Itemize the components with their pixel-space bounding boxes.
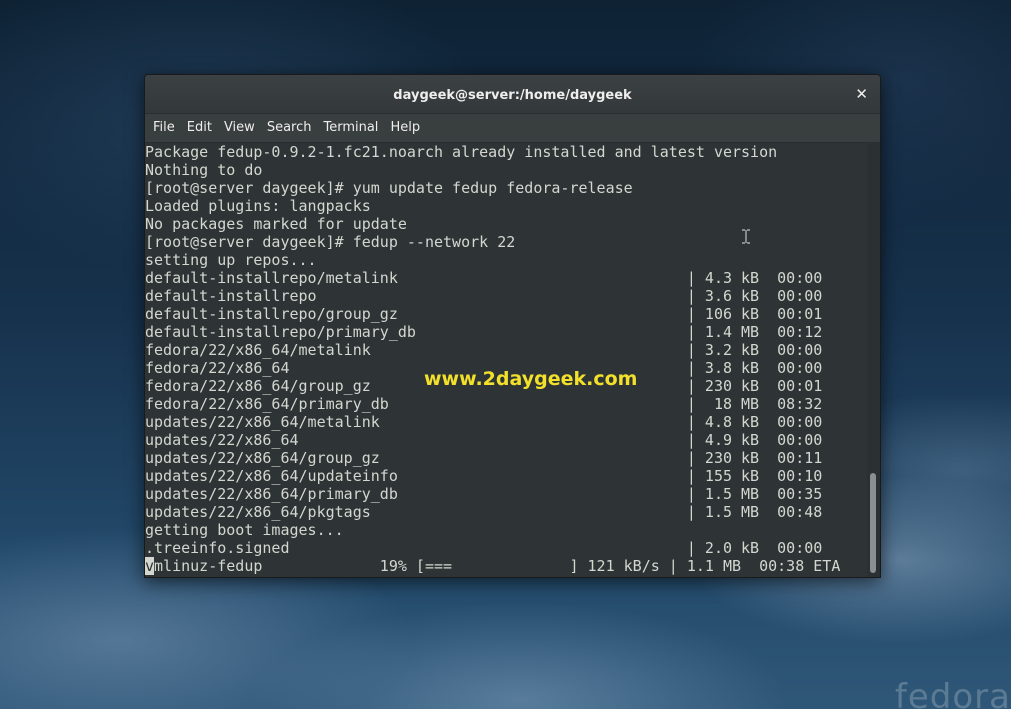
terminal-line: updates/22/x86_64 | 4.9 kB 00:00	[145, 431, 823, 449]
download-progress-line: vmlinuz-fedup 19% [=== ] 121 kB/s | 1.1 …	[145, 557, 867, 575]
menu-bar: File Edit View Search Terminal Help	[145, 114, 880, 143]
scrollbar[interactable]	[867, 143, 880, 577]
terminal-line: fedora/22/x86_64/metalink | 3.2 kB 00:00	[145, 341, 823, 359]
menu-help[interactable]: Help	[384, 114, 426, 142]
scrollbar-thumb[interactable]	[870, 473, 876, 573]
menu-file[interactable]: File	[147, 114, 181, 142]
menu-terminal[interactable]: Terminal	[317, 114, 384, 142]
terminal-line: fedora/22/x86_64/primary_db | 18 MB 08:3…	[145, 395, 823, 413]
window-titlebar[interactable]: daygeek@server:/home/daygeek ✕	[145, 75, 880, 114]
terminal-line: [root@server daygeek]# fedup --network 2…	[145, 233, 516, 251]
terminal-line: Package fedup-0.9.2-1.fc21.noarch alread…	[145, 143, 778, 161]
terminal-line: updates/22/x86_64/group_gz | 230 kB 00:1…	[145, 449, 823, 467]
terminal-line: No packages marked for update	[145, 215, 407, 233]
terminal-line: default-installrepo/group_gz | 106 kB 00…	[145, 305, 823, 323]
terminal-line: default-installrepo | 3.6 kB 00:00	[145, 287, 823, 305]
terminal-output[interactable]: Package fedup-0.9.2-1.fc21.noarch alread…	[145, 143, 867, 577]
terminal-line: .treeinfo.signed | 2.0 kB 00:00	[145, 539, 823, 557]
terminal-line: updates/22/x86_64/pkgtags | 1.5 MB 00:48	[145, 503, 823, 521]
text-cursor: v	[145, 557, 155, 575]
terminal-line: updates/22/x86_64/primary_db | 1.5 MB 00…	[145, 485, 823, 503]
terminal-line: getting boot images...	[145, 521, 344, 539]
terminal-line: updates/22/x86_64/updateinfo | 155 kB 00…	[145, 467, 823, 485]
terminal-line: default-installrepo/metalink | 4.3 kB 00…	[145, 269, 823, 287]
terminal-line: updates/22/x86_64/metalink | 4.8 kB 00:0…	[145, 413, 823, 431]
watermark-text: www.2daygeek.com	[424, 368, 638, 390]
download-progress-text: mlinuz-fedup 19% [=== ] 121 kB/s | 1.1 M…	[154, 557, 841, 575]
terminal-line: setting up repos...	[145, 251, 317, 269]
ibeam-cursor-icon	[742, 229, 750, 244]
close-icon[interactable]: ✕	[855, 75, 868, 113]
menu-view[interactable]: View	[218, 114, 261, 142]
fedora-logo: fedora	[894, 677, 1011, 709]
terminal-line: Loaded plugins: langpacks	[145, 197, 371, 215]
menu-edit[interactable]: Edit	[181, 114, 218, 142]
terminal-line: Nothing to do	[145, 161, 263, 179]
terminal-line: [root@server daygeek]# yum update fedup …	[145, 179, 633, 197]
terminal-line: default-installrepo/primary_db | 1.4 MB …	[145, 323, 823, 341]
terminal-window: daygeek@server:/home/daygeek ✕ File Edit…	[144, 74, 881, 578]
window-title: daygeek@server:/home/daygeek	[393, 88, 632, 103]
menu-search[interactable]: Search	[261, 114, 318, 142]
terminal-lines: Package fedup-0.9.2-1.fc21.noarch alread…	[145, 143, 867, 575]
